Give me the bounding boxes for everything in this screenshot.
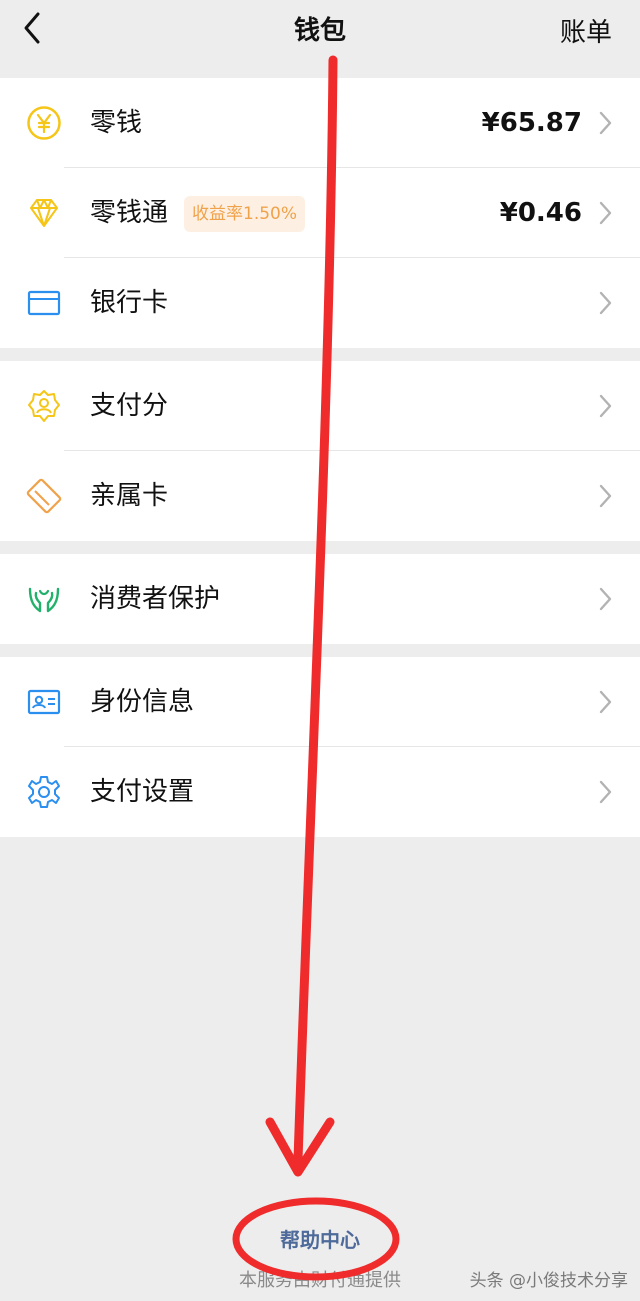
family-card-icon bbox=[26, 478, 62, 514]
chevron-right-icon bbox=[599, 690, 612, 714]
row-label: 支付分 bbox=[90, 391, 169, 421]
row-label: 亲属卡 bbox=[90, 481, 169, 511]
bill-button[interactable]: 账单 bbox=[560, 12, 612, 49]
wallet-group-1: 零钱 ¥65.87 零钱通 收益率1.50% ¥0.46 银行卡 bbox=[0, 78, 640, 348]
yield-badge: 收益率1.50% bbox=[184, 196, 306, 232]
row-identity-info[interactable]: 身份信息 bbox=[0, 657, 640, 747]
row-label: 零钱通 bbox=[90, 198, 169, 228]
chevron-right-icon bbox=[599, 201, 612, 225]
watermark: 头条 @小俊技术分享 bbox=[469, 1271, 628, 1291]
row-bank-card[interactable]: 银行卡 bbox=[0, 258, 640, 348]
balance-value: ¥65.87 bbox=[481, 108, 582, 138]
row-family-card[interactable]: 亲属卡 bbox=[0, 451, 640, 541]
chevron-right-icon bbox=[599, 780, 612, 804]
row-label: 银行卡 bbox=[90, 288, 169, 318]
wallet-group-4: 身份信息 支付设置 bbox=[0, 657, 640, 837]
annotation-arrow-head bbox=[265, 1117, 335, 1177]
row-change-pass[interactable]: 零钱通 收益率1.50% ¥0.46 bbox=[0, 168, 640, 258]
row-payment-settings[interactable]: 支付设置 bbox=[0, 747, 640, 837]
wallet-group-2: 支付分 亲属卡 bbox=[0, 361, 640, 541]
chevron-right-icon bbox=[599, 587, 612, 611]
bank-card-icon bbox=[27, 290, 61, 316]
id-card-icon bbox=[27, 689, 61, 715]
row-label: 身份信息 bbox=[90, 687, 195, 717]
settings-gear-icon bbox=[28, 776, 60, 808]
row-consumer-protection[interactable]: 消费者保护 bbox=[0, 554, 640, 644]
row-label: 支付设置 bbox=[90, 777, 195, 807]
chevron-right-icon bbox=[599, 394, 612, 418]
top-bar: 钱包 账单 bbox=[0, 0, 640, 76]
yen-coin-icon bbox=[27, 106, 61, 140]
chevron-right-icon bbox=[599, 111, 612, 135]
row-label: 零钱 bbox=[90, 108, 143, 138]
row-pay-score[interactable]: 支付分 bbox=[0, 361, 640, 451]
wallet-group-3: 消费者保护 bbox=[0, 554, 640, 644]
credit-score-icon bbox=[28, 390, 60, 422]
row-label: 消费者保护 bbox=[90, 584, 221, 614]
page-title: 钱包 bbox=[293, 16, 346, 46]
diamond-icon bbox=[30, 199, 58, 227]
balance-value: ¥0.46 bbox=[499, 198, 582, 228]
help-center-link[interactable]: 帮助中心 bbox=[240, 1224, 400, 1253]
chevron-right-icon bbox=[599, 484, 612, 508]
row-change[interactable]: 零钱 ¥65.87 bbox=[0, 78, 640, 168]
hands-protect-icon bbox=[28, 587, 60, 613]
chevron-right-icon bbox=[599, 291, 612, 315]
